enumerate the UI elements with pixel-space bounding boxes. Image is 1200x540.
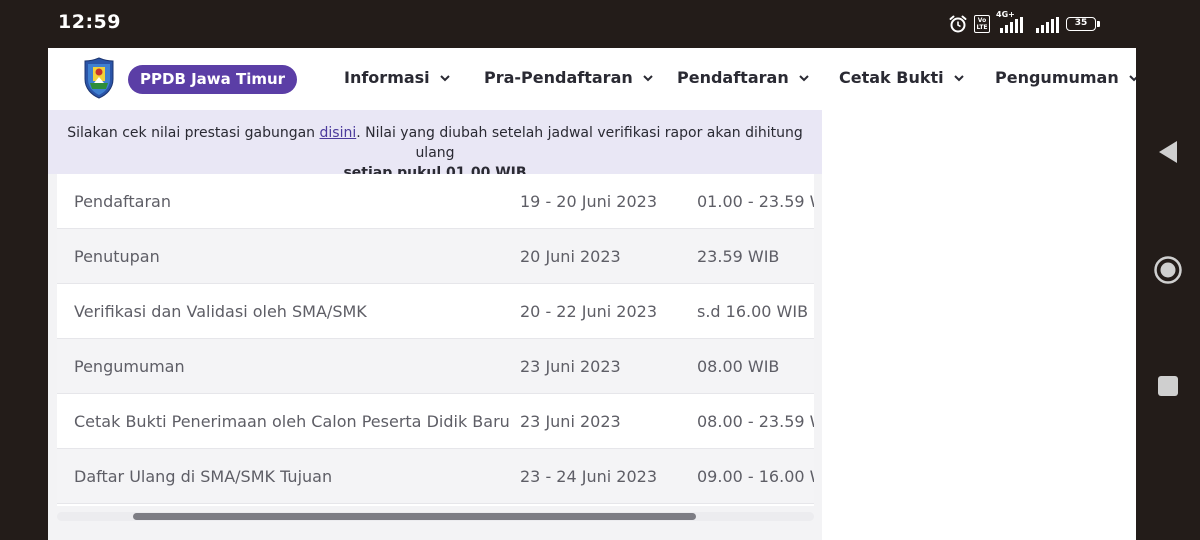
signal-icon: 4G+ — [996, 10, 1028, 35]
time-cell: 01.00 - 23.59 W — [697, 192, 814, 211]
menu-label: Pendaftaran — [677, 68, 789, 87]
menu-label: Informasi — [344, 68, 430, 87]
home-icon[interactable] — [1152, 254, 1184, 286]
chevron-down-icon — [643, 74, 653, 81]
date-cell: 23 Juni 2023 — [520, 412, 621, 431]
signal-icon — [1034, 13, 1060, 35]
time-cell: 08.00 - 23.59 W — [697, 412, 814, 431]
time-cell: 09.00 - 16.00 W — [697, 467, 814, 486]
notice-text: Silakan cek nilai prestasi gabungan — [67, 125, 320, 141]
menu-label: Pengumuman — [995, 68, 1119, 87]
notice-link[interactable]: disini — [320, 125, 357, 141]
notice-line: Silakan cek nilai prestasi gabungan disi… — [48, 123, 822, 163]
chevron-down-icon — [1129, 74, 1136, 81]
alarm-icon — [949, 15, 967, 33]
system-nav-bar — [1136, 48, 1200, 540]
chevron-down-icon — [798, 74, 809, 81]
time-cell: 08.00 WIB — [697, 357, 780, 376]
menu-informasi[interactable]: Informasi — [344, 68, 452, 87]
time-cell: s.d 16.00 WIB — [697, 302, 809, 321]
back-icon[interactable] — [1152, 136, 1184, 168]
battery-icon: 35 — [1066, 17, 1100, 31]
status-icons: Vo LTE 4G+ 35 — [948, 10, 1100, 35]
chevron-down-icon — [439, 74, 450, 81]
table-row: Verifikasi dan Validasi oleh SMA/SMK 20 … — [57, 284, 814, 339]
table-row: Cetak Bukti Penerimaan oleh Calon Pesert… — [57, 394, 814, 449]
side-blank-area — [822, 110, 1136, 540]
activity-cell: Daftar Ulang di SMA/SMK Tujuan — [74, 467, 333, 486]
schedule-section: Pendaftaran 19 - 20 Juni 2023 01.00 - 23… — [48, 174, 822, 540]
date-cell: 19 - 20 Juni 2023 — [520, 192, 657, 211]
date-cell: 23 Juni 2023 — [520, 357, 621, 376]
table-row: Pendaftaran 19 - 20 Juni 2023 01.00 - 23… — [57, 174, 814, 229]
table-row: Pengumuman 23 Juni 2023 08.00 WIB — [57, 339, 814, 394]
time-cell: 23.59 WIB — [697, 247, 780, 266]
date-cell: 23 - 24 Juni 2023 — [520, 467, 657, 486]
table-row: Penutupan 20 Juni 2023 23.59 WIB — [57, 229, 814, 284]
activity-cell: Cetak Bukti Penerimaan oleh Calon Pesert… — [74, 412, 510, 431]
menu-pendaftaran[interactable]: Pendaftaran — [677, 68, 811, 87]
notice-banner: Silakan cek nilai prestasi gabungan disi… — [48, 110, 822, 181]
menu-cetak-bukti[interactable]: Cetak Bukti — [839, 68, 966, 87]
status-clock: 12:59 — [58, 11, 121, 33]
menu-pengumuman[interactable]: Pengumuman — [995, 68, 1136, 87]
status-bar: 12:59 Vo LTE 4G+ 35 — [0, 0, 1200, 48]
activity-cell: Pendaftaran — [74, 192, 171, 211]
horizontal-scrollbar[interactable] — [57, 512, 814, 521]
site-header: PPDB Jawa Timur Informasi Pra-Pendaftara… — [48, 48, 1136, 110]
provincial-emblem-icon[interactable] — [83, 57, 115, 99]
table-row: Daftar Ulang di SMA/SMK Tujuan 23 - 24 J… — [57, 449, 814, 504]
volte-icon: Vo LTE — [974, 15, 990, 33]
chevron-down-icon — [953, 74, 964, 81]
date-cell: 20 - 22 Juni 2023 — [520, 302, 657, 321]
date-cell: 20 Juni 2023 — [520, 247, 621, 266]
brand-badge[interactable]: PPDB Jawa Timur — [128, 65, 298, 94]
menu-label: Pra-Pendaftaran — [484, 68, 633, 87]
menu-pra-pendaftaran[interactable]: Pra-Pendaftaran — [484, 68, 655, 87]
activity-cell: Penutupan — [74, 247, 160, 266]
scrollbar-thumb[interactable] — [133, 513, 696, 520]
activity-cell: Verifikasi dan Validasi oleh SMA/SMK — [74, 302, 367, 321]
schedule-table: Pendaftaran 19 - 20 Juni 2023 01.00 - 23… — [57, 174, 814, 506]
browser-viewport: PPDB Jawa Timur Informasi Pra-Pendaftara… — [48, 48, 1136, 540]
activity-cell: Pengumuman — [74, 357, 185, 376]
recents-icon[interactable] — [1152, 370, 1184, 402]
menu-label: Cetak Bukti — [839, 68, 944, 87]
notice-text: . Nilai yang diubah setelah jadwal verif… — [356, 125, 803, 161]
